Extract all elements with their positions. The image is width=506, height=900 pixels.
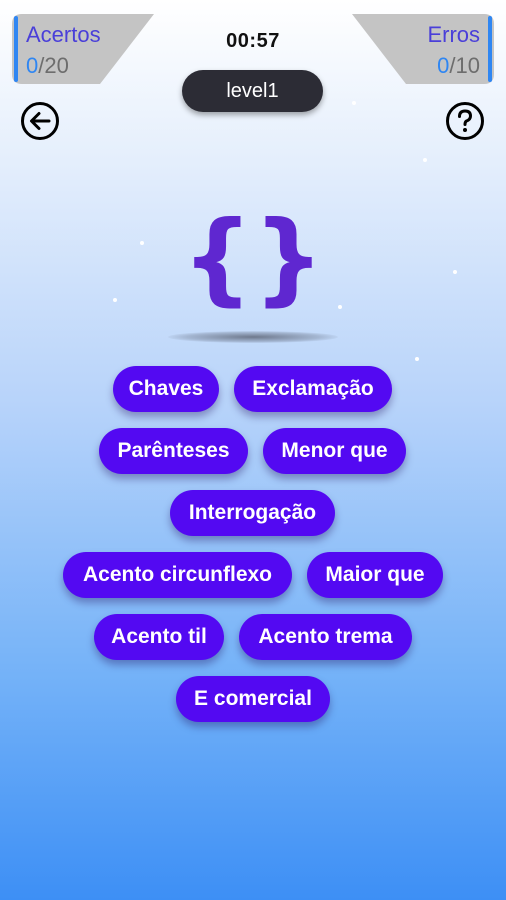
errors-score: 0/10 — [437, 53, 480, 78]
snow-dot — [423, 158, 427, 162]
option-button[interactable]: Acento circunflexo — [63, 552, 292, 598]
back-arrow-icon[interactable] — [20, 101, 60, 141]
snow-dot — [352, 101, 356, 105]
symbol-shadow — [168, 331, 338, 343]
timer: 00:57 — [226, 30, 280, 52]
option-button[interactable]: Chaves — [113, 366, 219, 412]
snow-dot — [415, 357, 419, 361]
option-button[interactable]: Maior que — [307, 552, 443, 598]
help-question-icon[interactable] — [445, 101, 485, 141]
option-button[interactable]: E comercial — [176, 676, 330, 722]
option-button[interactable]: Parênteses — [99, 428, 248, 474]
option-button[interactable]: Acento trema — [239, 614, 412, 660]
question-symbol: {} — [181, 199, 325, 316]
hits-score: 0/20 — [26, 53, 69, 78]
option-button[interactable]: Exclamação — [234, 366, 392, 412]
option-button[interactable]: Menor que — [263, 428, 406, 474]
option-button[interactable]: Interrogação — [170, 490, 335, 536]
level-badge: level1 — [182, 70, 323, 112]
option-button[interactable]: Acento til — [94, 614, 224, 660]
